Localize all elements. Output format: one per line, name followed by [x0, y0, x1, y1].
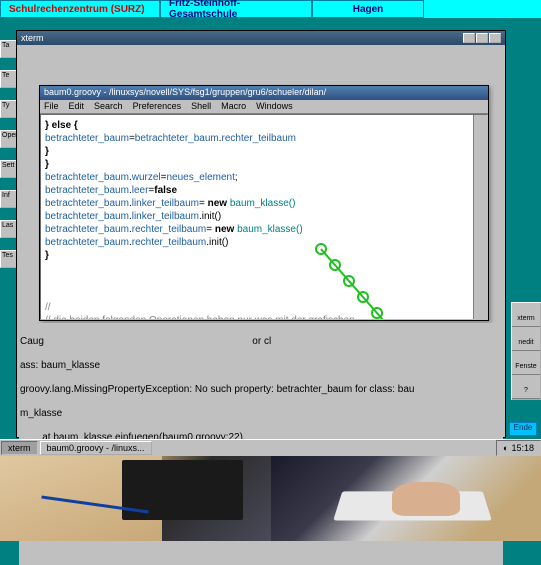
code-editor[interactable]: } else { betrachteter_baum=betrachteter_…	[40, 114, 488, 320]
menu-file[interactable]: File	[44, 101, 59, 112]
nedit-title-text: baum0.groovy - /linuxsys/novell/SYS/fsg1…	[44, 87, 326, 97]
menu-shell[interactable]: Shell	[191, 101, 211, 112]
dock-item[interactable]: Fenste	[512, 351, 540, 375]
nedit-window[interactable]: baum0.groovy - /linuxsys/novell/SYS/fsg1…	[39, 85, 489, 321]
minimize-icon[interactable]	[463, 33, 475, 43]
menu-search[interactable]: Search	[94, 101, 123, 112]
photo-strip	[0, 456, 541, 541]
taskbar: xterm baum0.groovy - /linuxs... ◐ 15:18	[0, 439, 541, 456]
xterm-titlebar[interactable]: xterm	[17, 31, 505, 45]
maximize-icon[interactable]	[476, 33, 488, 43]
right-dock: xterm nedit Fenste ?	[511, 302, 541, 400]
taskbar-nedit[interactable]: baum0.groovy - /linuxs...	[40, 441, 152, 455]
dock-item[interactable]: xterm	[512, 303, 540, 327]
nedit-menubar: File Edit Search Preferences Shell Macro…	[40, 100, 488, 114]
xterm-title-text: xterm	[21, 33, 44, 43]
clock: 15:18	[511, 443, 534, 453]
classroom-photo-1	[0, 456, 271, 541]
dock-item[interactable]: ?	[512, 375, 540, 399]
classroom-photo-2	[271, 456, 541, 541]
end-button[interactable]: Ende	[509, 422, 537, 436]
menu-preferences[interactable]: Preferences	[133, 101, 182, 112]
scrollbar[interactable]	[473, 115, 487, 319]
menu-windows[interactable]: Windows	[256, 101, 293, 112]
close-icon[interactable]	[489, 33, 501, 43]
menu-macro[interactable]: Macro	[221, 101, 246, 112]
top-info-bar: Schulrechenzentrum (SURZ) Fritz-Steinhof…	[0, 0, 541, 18]
school-label: Fritz-Steinhoff-Gesamtschule	[160, 0, 312, 18]
org-label: Schulrechenzentrum (SURZ)	[0, 0, 160, 18]
nedit-titlebar[interactable]: baum0.groovy - /linuxsys/novell/SYS/fsg1…	[40, 86, 488, 100]
tray-icon[interactable]: ◐	[503, 443, 508, 453]
taskbar-xterm[interactable]: xterm	[1, 441, 38, 455]
city-label: Hagen	[312, 0, 424, 18]
xterm-window[interactable]: xterm baum0.groovy - /linuxsys/novell/SY…	[16, 30, 506, 438]
dock-item[interactable]: nedit	[512, 327, 540, 351]
system-tray: ◐ 15:18	[496, 440, 541, 456]
menu-edit[interactable]: Edit	[69, 101, 85, 112]
